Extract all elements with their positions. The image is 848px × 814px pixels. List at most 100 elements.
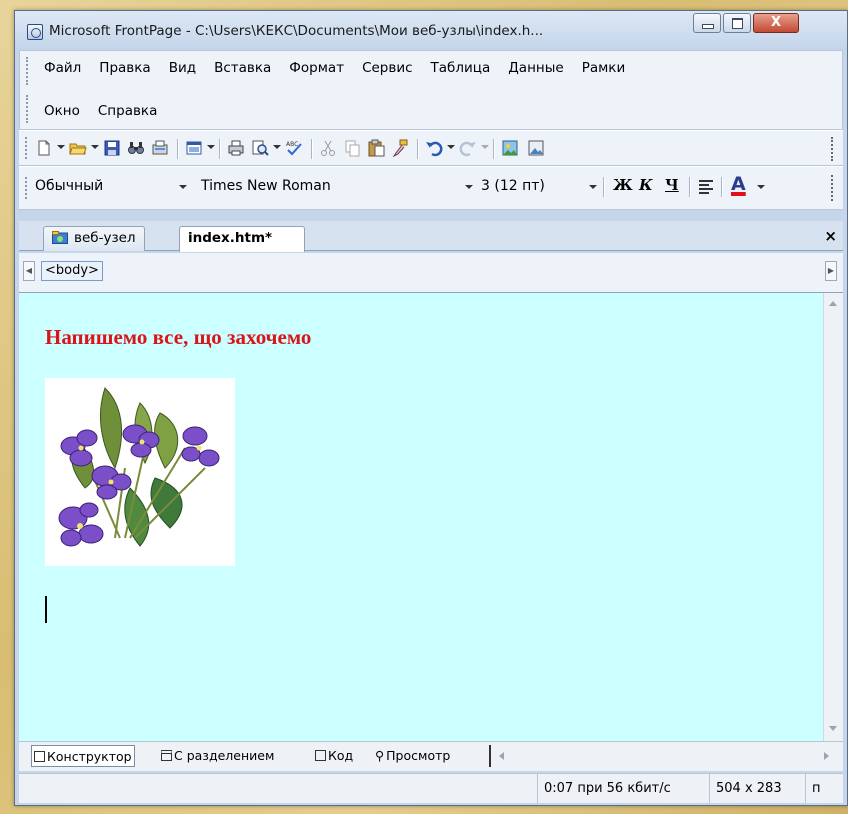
menu-insert[interactable]: Вставка	[214, 60, 271, 76]
menu-view[interactable]: Вид	[169, 60, 196, 76]
toolbar-grip[interactable]	[25, 137, 30, 159]
design-view-editor[interactable]: Напишемо все, що захочемо	[19, 293, 823, 741]
scroll-down-icon[interactable]	[829, 726, 837, 731]
toolbar-separator	[219, 139, 221, 159]
paste-icon[interactable]	[367, 139, 385, 157]
menu-window[interactable]: Окно	[44, 103, 80, 119]
menu-row-1: Файл Правка Вид Вставка Формат Сервис Та…	[44, 60, 625, 76]
style-combo[interactable]: Обычный	[35, 178, 103, 194]
view-switcher-bar: Конструктор С разделением Код ⚲ Просмотр	[19, 741, 843, 771]
menu-grip-2[interactable]	[26, 95, 31, 123]
toolbar-grip[interactable]	[25, 177, 30, 199]
horizontal-scrollbar[interactable]	[489, 745, 839, 767]
web-folder-icon	[52, 231, 68, 244]
tab-index-label: index.htm*	[188, 230, 273, 246]
frontpage-window: Microsoft FrontPage - C:\Users\КЕКС\Docu…	[14, 10, 848, 806]
frontpage-app-icon[interactable]	[27, 24, 43, 40]
font-dropdown-arrow[interactable]	[465, 185, 473, 189]
preview-dropdown[interactable]	[273, 145, 281, 149]
menu-edit[interactable]: Правка	[99, 60, 150, 76]
size-dropdown-arrow[interactable]	[589, 185, 597, 189]
open-folder-icon[interactable]	[69, 139, 87, 157]
tab-website-label: веб-узел	[74, 230, 136, 246]
menu-file[interactable]: Файл	[44, 60, 81, 76]
window-title: Microsoft FrontPage - C:\Users\КЕКС\Docu…	[49, 23, 544, 39]
copy-icon[interactable]	[343, 139, 361, 157]
quick-tag-selector: ◀ <body> ▶	[19, 253, 843, 293]
undo-icon[interactable]	[425, 139, 443, 157]
tag-scroll-right-icon[interactable]: ▶	[825, 261, 837, 281]
maximize-button[interactable]	[723, 13, 751, 33]
title-bar: Microsoft FrontPage - C:\Users\КЕКС\Docu…	[15, 11, 847, 49]
minimize-button[interactable]	[693, 13, 721, 33]
style-dropdown-arrow[interactable]	[179, 185, 187, 189]
violet-bouquet-icon	[58, 387, 220, 547]
picture-icon[interactable]	[501, 139, 519, 157]
menu-grip[interactable]	[26, 57, 31, 85]
italic-button[interactable]: К	[639, 176, 653, 194]
menu-tools[interactable]: Сервис	[362, 60, 412, 76]
formatting-toolbar: Обычный Times New Roman 3 (12 пт) Ж К Ч …	[19, 166, 843, 210]
search-icon[interactable]	[127, 139, 145, 157]
page-heading[interactable]: Напишемо все, що захочемо	[45, 325, 311, 350]
print-icon[interactable]	[227, 139, 245, 157]
new-page-dropdown[interactable]	[57, 145, 65, 149]
tag-scroll-left-icon[interactable]: ◀	[23, 261, 35, 281]
image-icon[interactable]	[527, 139, 545, 157]
violet-flower-image[interactable]	[45, 378, 235, 566]
font-combo[interactable]: Times New Roman	[201, 178, 331, 194]
spelling-icon[interactable]: ABC	[285, 139, 303, 157]
menu-format[interactable]: Формат	[289, 60, 344, 76]
print-preview-icon[interactable]	[251, 139, 269, 157]
toolbar-separator	[689, 177, 691, 197]
code-view-button[interactable]: Код	[313, 745, 355, 767]
undo-dropdown[interactable]	[447, 145, 455, 149]
cut-icon[interactable]	[319, 139, 337, 157]
web-component-icon[interactable]	[185, 139, 203, 157]
split-view-button[interactable]: С разделением	[159, 745, 276, 767]
scroll-left-icon[interactable]	[499, 752, 504, 760]
code-view-label: Код	[328, 748, 354, 763]
font-color-dropdown[interactable]	[757, 185, 765, 189]
redo-dropdown[interactable]	[481, 145, 489, 149]
underline-button[interactable]: Ч	[665, 176, 679, 194]
body-tag[interactable]: <body>	[41, 261, 103, 281]
new-page-icon[interactable]	[35, 139, 53, 157]
menu-help[interactable]: Справка	[98, 103, 157, 119]
format-painter-icon[interactable]	[391, 139, 409, 157]
redo-icon[interactable]	[459, 139, 477, 157]
bold-button[interactable]: Ж	[613, 176, 633, 194]
preview-view-button[interactable]: ⚲ Просмотр	[373, 745, 452, 767]
scroll-up-icon[interactable]	[829, 301, 837, 306]
status-bar: 0:07 при 56 кбит/с 504 x 283 п	[19, 773, 843, 803]
publish-icon[interactable]	[151, 139, 169, 157]
vertical-scrollbar[interactable]	[823, 293, 843, 741]
menu-table[interactable]: Таблица	[431, 60, 491, 76]
component-dropdown[interactable]	[207, 145, 215, 149]
save-icon[interactable]	[103, 139, 121, 157]
split-view-icon	[161, 750, 172, 761]
toolbar-separator	[603, 177, 605, 197]
open-dropdown[interactable]	[91, 145, 99, 149]
svg-text:ABC: ABC	[286, 141, 298, 148]
tab-index-htm[interactable]: index.htm*	[179, 226, 305, 252]
menu-bar: Файл Правка Вид Вставка Формат Сервис Та…	[19, 50, 843, 130]
close-button[interactable]: X	[753, 13, 799, 33]
toolbar-separator	[721, 177, 723, 197]
tab-website[interactable]: веб-узел	[43, 226, 145, 251]
menu-data[interactable]: Данные	[508, 60, 563, 76]
standard-toolbar: ABC	[19, 130, 843, 166]
menu-frames[interactable]: Рамки	[582, 60, 626, 76]
font-color-button[interactable]: A	[731, 173, 746, 195]
close-document-icon[interactable]: ×	[824, 227, 837, 245]
design-view-button[interactable]: Конструктор	[31, 745, 135, 767]
toolbar-separator	[417, 139, 419, 159]
design-view-label: Конструктор	[47, 749, 132, 764]
toolbar-overflow[interactable]	[831, 137, 839, 161]
scroll-right-icon[interactable]	[824, 752, 829, 760]
page-size-status: 504 x 283	[709, 774, 782, 803]
toolbar-overflow[interactable]	[831, 175, 839, 201]
font-size-combo[interactable]: 3 (12 пт)	[481, 178, 545, 194]
design-view-icon	[34, 751, 45, 762]
align-left-icon[interactable]	[697, 178, 715, 196]
